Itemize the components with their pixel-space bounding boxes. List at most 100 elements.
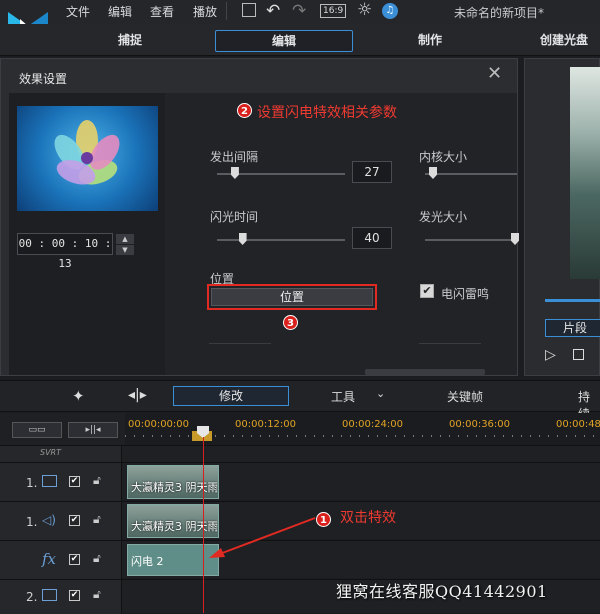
track-row-video-1: 1. ✔ 🔓︎ 大瀛精灵3 阴天雨: [0, 462, 600, 501]
tab-produce[interactable]: 制作: [400, 30, 460, 52]
tab-capture[interactable]: 捕捉: [100, 30, 160, 52]
step-badge-1: 1: [316, 512, 331, 527]
annotation-arrow-icon: [209, 517, 316, 558]
track-head: 2. ✔ 🔓︎: [0, 580, 122, 614]
ruler-tick: 00:00:00:00: [128, 419, 190, 430]
menu-divider: [226, 2, 227, 20]
preview-panel: 片段 ▷: [524, 58, 600, 376]
playhead-line: [203, 437, 204, 613]
dialog-title: 效果设置: [19, 72, 68, 86]
track-enable-checkbox[interactable]: ✔: [69, 554, 80, 565]
ruler-tick: 00:00:36:00: [449, 419, 511, 430]
thunder-checkbox[interactable]: ✔: [420, 284, 434, 298]
params-panel: [165, 93, 517, 375]
keyframe-button[interactable]: 关键帧: [447, 388, 483, 405]
lock-icon[interactable]: 🔓︎: [93, 551, 101, 566]
track-enable-checkbox[interactable]: ✔: [69, 590, 80, 601]
position-highlight: 位置: [207, 284, 377, 310]
video-clip[interactable]: 大瀛精灵3 阴天雨: [127, 465, 219, 499]
track-head: 1. ◁) ✔ 🔓︎: [0, 502, 122, 540]
interval-value[interactable]: 27: [352, 161, 392, 183]
core-slider-track[interactable]: [425, 173, 517, 175]
track-head: fx ✔ 🔓︎: [0, 541, 122, 579]
preview-scrubber[interactable]: [545, 299, 600, 302]
ruler-tick: 00:00:48:0: [556, 419, 600, 430]
flash-value[interactable]: 40: [352, 227, 392, 249]
dialog-scrollbar[interactable]: [365, 369, 485, 375]
timecode-down-button[interactable]: ▼: [116, 245, 134, 255]
video-track-icon: [42, 589, 57, 601]
timecode-field[interactable]: 00 : 00 : 10 : 13: [17, 233, 113, 270]
lock-icon[interactable]: 🔓︎: [93, 473, 101, 488]
annotation-set-params: 设置闪电特效相关参数: [257, 105, 397, 121]
pinwheel-icon: [54, 120, 120, 185]
divider: [419, 343, 481, 344]
menu-play[interactable]: 播放: [193, 3, 217, 20]
track-enable-checkbox[interactable]: ✔: [69, 476, 80, 487]
track-number: 2.: [26, 590, 38, 604]
tab-edit[interactable]: 编辑: [215, 30, 353, 52]
play-icon[interactable]: ▷: [545, 347, 556, 363]
ruler[interactable]: 00:00:00:00 00:00:12:00 00:00:24:00 00:0…: [125, 413, 600, 445]
mode-bar: 捕捉 编辑 制作 创建光盘: [0, 24, 600, 56]
ruler-tick: 00:00:12:00: [235, 419, 297, 430]
step-badge-3: 3: [283, 315, 298, 330]
menu-bar: 文件 编辑 查看 播放 ↶ ↷ 16:9 ☼ ♫ 未命名的新项目*: [0, 0, 600, 24]
thunder-label: 电闪雷鸣: [441, 287, 490, 301]
glow-size-label: 发光大小: [419, 210, 468, 224]
step-badge-2: 2: [237, 103, 252, 118]
notification-icon[interactable]: ♫: [382, 3, 398, 19]
undo-icon[interactable]: ↶: [266, 1, 280, 21]
core-size-label: 内核大小: [419, 150, 468, 164]
clip-label: 闪电 2: [131, 555, 164, 568]
lock-icon[interactable]: 🔓︎: [93, 587, 101, 602]
timeline-toolbar: ✦ ◂|▸ 修改 工具 ⌄ 关键帧 持续: [0, 380, 600, 421]
tools-menu[interactable]: 工具: [331, 388, 355, 405]
position-button[interactable]: 位置: [211, 288, 373, 306]
effect-thumbnail: [17, 106, 158, 211]
clip-label: 大瀛精灵3 阴天雨: [131, 481, 217, 494]
glow-slider-track[interactable]: [425, 239, 517, 241]
preview-video: [570, 67, 600, 279]
interval-label: 发出间隔: [210, 150, 259, 164]
audio-track-icon: ◁): [42, 513, 56, 527]
track-enable-checkbox[interactable]: ✔: [69, 515, 80, 526]
redo-icon[interactable]: ↷: [292, 1, 306, 21]
ruler-tick: 00:00:24:00: [342, 419, 404, 430]
annotation-double-click: 双击特效: [340, 510, 396, 526]
settings-icon[interactable]: ☼: [357, 0, 372, 20]
timecode-up-button[interactable]: ▲: [116, 234, 134, 244]
stop-icon[interactable]: [573, 349, 584, 360]
tab-create-disc[interactable]: 创建光盘: [540, 30, 600, 52]
lock-icon[interactable]: 🔓︎: [93, 512, 101, 527]
effect-settings-dialog: 效果设置 ✕ 00 : 00 : 10 : 13 ▲ ▼ 2 设置闪电特效相关参…: [0, 58, 519, 376]
close-icon[interactable]: ✕: [487, 63, 502, 84]
svrt-label: SVRT: [40, 448, 61, 457]
track-number: 1.: [26, 515, 38, 529]
flash-slider-track[interactable]: [217, 239, 345, 241]
dialog-body: 00 : 00 : 10 : 13 ▲ ▼ 2 设置闪电特效相关参数 发出间隔 …: [9, 93, 519, 375]
chevron-down-icon[interactable]: ⌄: [376, 387, 385, 400]
menu-view[interactable]: 查看: [150, 3, 174, 20]
project-title: 未命名的新项目*: [454, 6, 545, 20]
split-icon[interactable]: ◂|▸: [128, 387, 147, 403]
watermark: 狸窝在线客服QQ41442901: [336, 582, 548, 601]
menu-file[interactable]: 文件: [66, 3, 90, 20]
track-number: 1.: [26, 476, 38, 490]
menu-edit[interactable]: 编辑: [108, 3, 132, 20]
divider: [209, 343, 271, 344]
track-manager-button[interactable]: ▭▭: [12, 422, 62, 438]
svrt-head: SVRT: [0, 446, 122, 463]
save-icon[interactable]: [242, 3, 256, 17]
modify-button[interactable]: 修改: [173, 386, 289, 406]
aspect-ratio-button[interactable]: 16:9: [320, 4, 347, 18]
fit-timeline-button[interactable]: ▸||◂: [68, 422, 118, 438]
fx-track-icon: fx: [42, 550, 57, 568]
timeline-ruler-area: ▭▭ ▸||◂ 00:00:00:00 00:00:12:00 00:00:24…: [0, 413, 600, 445]
flash-time-label: 闪光时间: [210, 210, 259, 224]
svrt-row: SVRT: [0, 445, 600, 463]
segment-button[interactable]: 片段: [545, 319, 600, 337]
magic-wand-icon[interactable]: ✦: [72, 387, 85, 405]
video-track-icon: [42, 475, 57, 487]
track-head: 1. ✔ 🔓︎: [0, 463, 122, 501]
